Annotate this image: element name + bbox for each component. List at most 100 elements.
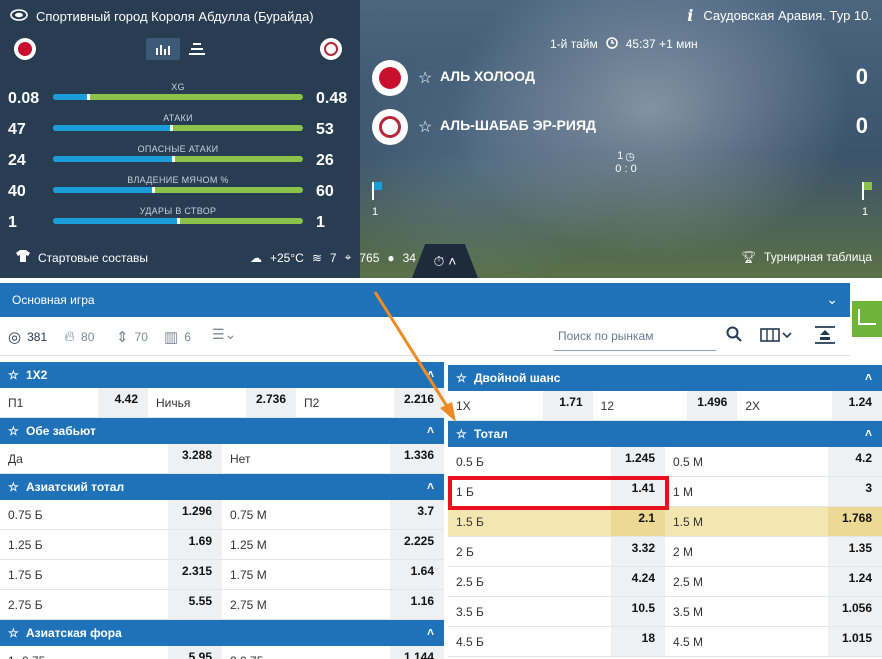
- clock-icon: ◷: [625, 151, 635, 163]
- market-header[interactable]: ☆ Тотал ˄: [448, 421, 882, 447]
- odds-cell[interactable]: 1.25 М 2.225: [222, 530, 444, 559]
- market-header[interactable]: ☆ Азиатская фора ˄: [0, 620, 444, 646]
- filter-tab[interactable]: 🔥︎ 80: [64, 328, 94, 345]
- odds-value: 4.24: [631, 571, 655, 585]
- home-corner-marker: 1: [372, 182, 382, 218]
- odds-cell[interactable]: 0.5 М 4.2: [665, 447, 882, 476]
- chevron-up-icon[interactable]: ˄: [427, 367, 434, 381]
- chevron-up-icon[interactable]: ˄: [427, 479, 434, 493]
- main-game-title: Основная игра: [12, 293, 95, 307]
- star-icon[interactable]: ☆: [8, 480, 19, 494]
- chevron-up-icon[interactable]: ˄: [865, 370, 872, 384]
- market-title: Азиатская фора: [26, 626, 122, 640]
- menu-dropdown-icon[interactable]: ☰⌄: [212, 326, 236, 343]
- market-header[interactable]: ☆ 1X2 ˄: [0, 362, 444, 388]
- outcome-label: 1.25 М: [230, 538, 267, 552]
- odds-box: [828, 477, 882, 506]
- odds-cell[interactable]: 2.75 Б 5.55: [0, 590, 222, 619]
- bar-chart-icon[interactable]: [146, 38, 180, 60]
- standings-link[interactable]: 🏆︎ Турнирная таблица: [741, 250, 872, 264]
- stat-bar: [53, 156, 303, 162]
- odds-cell[interactable]: 0.75 М 3.7: [222, 500, 444, 529]
- odds-cell[interactable]: Да 3.288: [0, 444, 222, 473]
- chart-icon: [858, 309, 876, 325]
- market-header[interactable]: ☆ Двойной шанс ˄: [448, 365, 882, 391]
- collapse-all-icon[interactable]: [814, 326, 836, 347]
- odds-value: 1.16: [410, 594, 434, 608]
- odds-cell[interactable]: П1 4.42: [0, 388, 148, 417]
- odds-cell[interactable]: 1.5 М 1.768: [665, 507, 882, 536]
- away-team-row[interactable]: ☆ АЛЬ-ШАБАБ ЭР-РИЯД 0: [372, 109, 882, 149]
- main-game-bar[interactable]: Основная игра ⌄: [0, 283, 850, 317]
- market-title: Азиатский тотал: [26, 480, 125, 494]
- market-filters: ◎ 381 🔥︎ 80 ⇕ 70 ▥ 6 ☰⌄: [0, 318, 850, 356]
- stat-home-value: 0.08: [8, 90, 40, 107]
- odds-value: 1.71: [559, 395, 583, 409]
- odds-cell[interactable]: 1.75 М 1.64: [222, 560, 444, 589]
- chevron-up-icon[interactable]: ˄: [427, 625, 434, 639]
- favorite-star-icon[interactable]: ☆: [418, 68, 432, 88]
- odds-cell[interactable]: 1.75 Б 2.315: [0, 560, 222, 589]
- odds-value: 10.5: [631, 601, 655, 615]
- odds-cell[interactable]: 1X 1.71: [448, 391, 593, 420]
- odds-cell[interactable]: 2.5 Б 4.24: [448, 567, 665, 596]
- layout-columns-icon[interactable]: [760, 328, 794, 345]
- info-icon[interactable]: i: [687, 6, 693, 25]
- search-icon[interactable]: [726, 326, 742, 346]
- lineups-link[interactable]: Стартовые составы: [16, 250, 148, 265]
- market-row: 4.5 Б 18 4.5 М 1.015: [448, 627, 882, 657]
- away-team-name: АЛЬ-ШАБАБ ЭР-РИЯД: [440, 117, 596, 133]
- half-score: 1 ◷ 0 : 0: [612, 150, 640, 175]
- stat-home-value: 24: [8, 152, 26, 169]
- stats-side-button[interactable]: [852, 301, 882, 337]
- market-title: 1X2: [26, 368, 48, 382]
- odds-cell[interactable]: 2X 1.24: [737, 391, 882, 420]
- market-header[interactable]: ☆ Азиатский тотал ˄: [0, 474, 444, 500]
- odds-cell[interactable]: П2 2.216: [296, 388, 444, 417]
- odds-value: 1.296: [181, 504, 212, 518]
- filter-tab[interactable]: ▥ 6: [164, 328, 191, 346]
- odds-cell[interactable]: 2.5 М 1.24: [665, 567, 882, 596]
- star-icon[interactable]: ☆: [456, 427, 467, 441]
- star-icon[interactable]: ☆: [8, 368, 19, 382]
- odds-cell[interactable]: 2.75 М 1.16: [222, 590, 444, 619]
- filter-tab[interactable]: ⇕ 70: [116, 328, 148, 346]
- odds-cell[interactable]: 3.5 Б 10.5: [448, 597, 665, 626]
- odds-cell[interactable]: 1 -0.75 5.95: [0, 646, 222, 659]
- odds-cell[interactable]: 1.5 Б 2.1: [448, 507, 665, 536]
- stat-away-value: 60: [316, 183, 334, 200]
- odds-cell[interactable]: 0.5 Б 1.245: [448, 447, 665, 476]
- stat-row: 47 АТАКИ 53: [0, 113, 360, 138]
- market-search-input[interactable]: Поиск по рынкам: [554, 323, 716, 351]
- filter-tab[interactable]: ◎ 381: [8, 328, 47, 346]
- weather-info: ☁ +25°C ≋ 7 ⌖ 765 ● 34: [250, 250, 416, 265]
- market-header[interactable]: ☆ Обе забьют ˄: [0, 418, 444, 444]
- star-icon[interactable]: ☆: [8, 424, 19, 438]
- odds-cell[interactable]: Ничья 2.736: [148, 388, 296, 417]
- odds-cell[interactable]: 2 М 1.35: [665, 537, 882, 566]
- odds-cell[interactable]: Нет 1.336: [222, 444, 444, 473]
- odds-cell[interactable]: 2 0.75 1.144: [222, 646, 444, 659]
- star-icon[interactable]: ☆: [456, 371, 467, 385]
- humidity: 34: [402, 250, 416, 265]
- chevron-up-icon[interactable]: ˄: [427, 423, 434, 437]
- league-round[interactable]: Саудовская Аравия. Тур 10.: [703, 8, 872, 23]
- odds-cell[interactable]: 12 1.496: [593, 391, 738, 420]
- odds-cell[interactable]: 1 М 3: [665, 477, 882, 506]
- market-row: 2 Б 3.32 2 М 1.35: [448, 537, 882, 567]
- odds-cell[interactable]: 0.75 Б 1.296: [0, 500, 222, 529]
- odds-value: 1.35: [848, 541, 872, 555]
- chevron-up-icon[interactable]: ˄: [865, 426, 872, 440]
- odds-cell[interactable]: 3.5 М 1.056: [665, 597, 882, 626]
- star-icon[interactable]: ☆: [8, 626, 19, 640]
- odds-cell[interactable]: 1.25 Б 1.69: [0, 530, 222, 559]
- odds-cell[interactable]: 4.5 Б 18: [448, 627, 665, 656]
- odds-cell[interactable]: 4.5 М 1.015: [665, 627, 882, 656]
- favorite-star-icon[interactable]: ☆: [418, 117, 432, 137]
- list-view-icon[interactable]: [180, 38, 214, 60]
- home-team-row[interactable]: ☆ АЛЬ ХОЛООД 0: [372, 60, 882, 100]
- market-row: П1 4.42 Ничья 2.736 П2 2.216: [0, 388, 444, 418]
- odds-cell[interactable]: 2 Б 3.32: [448, 537, 665, 566]
- chevron-down-icon[interactable]: ⌄: [826, 291, 838, 308]
- stats-view-toggle[interactable]: [146, 38, 214, 60]
